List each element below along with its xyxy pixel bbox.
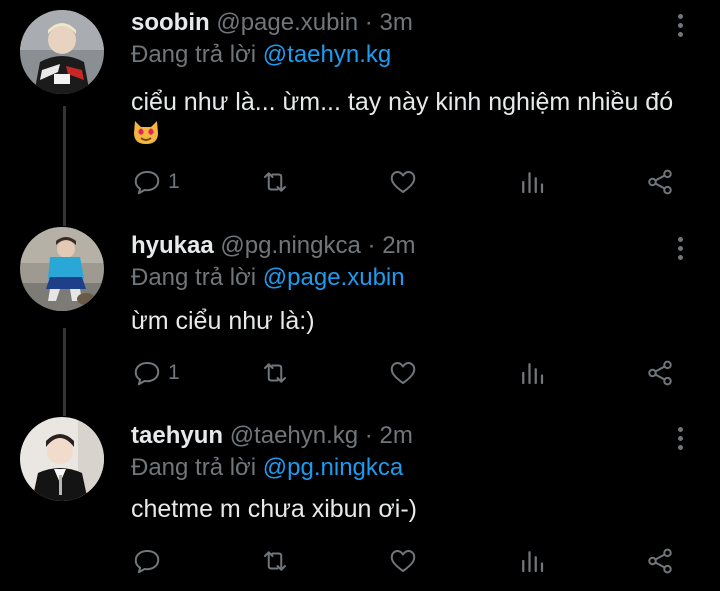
reply-button[interactable]: 1 [132, 162, 180, 202]
more-options-icon[interactable] [668, 235, 692, 265]
share-button[interactable] [645, 541, 675, 581]
like-icon [390, 362, 416, 384]
like-icon [390, 550, 416, 572]
reply-count: 1 [168, 361, 180, 384]
heart-eyes-cat-emoji [134, 121, 158, 144]
timestamp[interactable]: 2m [382, 232, 415, 259]
tweet-actions: 1 [0, 353, 720, 393]
tweet-hyukaa[interactable]: hyukaa @pg.ningkca · 2m Đang trả lời @pa… [0, 227, 720, 417]
like-button[interactable] [388, 162, 418, 202]
replying-to-handle[interactable]: @page.xubin [263, 264, 405, 291]
tweet-header: soobin @page.xubin · 3m [131, 8, 413, 38]
like-icon [390, 171, 416, 193]
separator-dot: · [367, 232, 376, 259]
share-icon [648, 548, 672, 574]
tweet-taehyun[interactable]: taehyun @taehyn.kg · 2m Đang trả lời @pg… [0, 417, 720, 591]
reply-icon [134, 550, 160, 574]
analytics-icon [522, 363, 544, 385]
analytics-button[interactable] [517, 353, 547, 393]
timestamp[interactable]: 3m [379, 9, 412, 36]
tweet-soobin[interactable]: soobin @page.xubin · 3m Đang trả lời @ta… [0, 0, 720, 220]
tweet-text: ừm ciểu như là:) [131, 307, 315, 335]
tweet-text: chetme m chưa xibun ơi-) [131, 495, 417, 523]
analytics-icon [522, 172, 544, 194]
reply-icon [134, 171, 160, 195]
tweet-text: ciểu như là... ừm... tay này kinh nghiệm… [131, 88, 674, 116]
replying-to-handle[interactable]: @pg.ningkca [263, 454, 403, 481]
reply-button[interactable] [132, 541, 168, 581]
retweet-button[interactable] [260, 541, 290, 581]
avatar[interactable] [20, 10, 104, 94]
like-button[interactable] [388, 353, 418, 393]
replying-to-label: Đang trả lời [131, 454, 257, 481]
user-handle[interactable]: @pg.ningkca [220, 232, 360, 259]
analytics-button[interactable] [517, 541, 547, 581]
user-handle[interactable]: @taehyn.kg [230, 422, 358, 449]
avatar[interactable] [20, 417, 104, 501]
display-name[interactable]: soobin [131, 9, 210, 36]
reply-button[interactable]: 1 [132, 353, 180, 393]
replying-to: Đang trả lời @taehyn.kg [131, 40, 391, 70]
replying-to: Đang trả lời @pg.ningkca [131, 453, 403, 483]
share-button[interactable] [645, 353, 675, 393]
display-name[interactable]: taehyun [131, 422, 223, 449]
replying-to-label: Đang trả lời [131, 264, 257, 291]
share-icon [648, 169, 672, 195]
more-options-icon[interactable] [668, 12, 692, 42]
retweet-icon [264, 363, 286, 383]
retweet-icon [264, 172, 286, 192]
retweet-button[interactable] [260, 162, 290, 202]
replying-to-handle[interactable]: @taehyn.kg [263, 41, 391, 68]
retweet-button[interactable] [260, 353, 290, 393]
separator-dot: · [364, 422, 373, 449]
replying-to: Đang trả lời @page.xubin [131, 263, 405, 293]
user-handle[interactable]: @page.xubin [216, 9, 358, 36]
separator-dot: · [364, 9, 373, 36]
reply-icon [134, 362, 160, 386]
timestamp[interactable]: 2m [379, 422, 412, 449]
analytics-icon [522, 551, 544, 573]
tweet-actions: 1 [0, 162, 720, 202]
tweet-actions [0, 541, 720, 581]
avatar[interactable] [20, 227, 104, 311]
replying-to-label: Đang trả lời [131, 41, 257, 68]
reply-count: 1 [168, 170, 180, 193]
tweet-header: hyukaa @pg.ningkca · 2m [131, 231, 416, 261]
share-icon [648, 360, 672, 386]
display-name[interactable]: hyukaa [131, 232, 214, 259]
like-button[interactable] [388, 541, 418, 581]
tweet-header: taehyun @taehyn.kg · 2m [131, 421, 413, 451]
more-options-icon[interactable] [668, 425, 692, 455]
reply-thread: soobin @page.xubin · 3m Đang trả lời @ta… [0, 0, 720, 591]
share-button[interactable] [645, 162, 675, 202]
analytics-button[interactable] [517, 162, 547, 202]
retweet-icon [264, 551, 286, 571]
